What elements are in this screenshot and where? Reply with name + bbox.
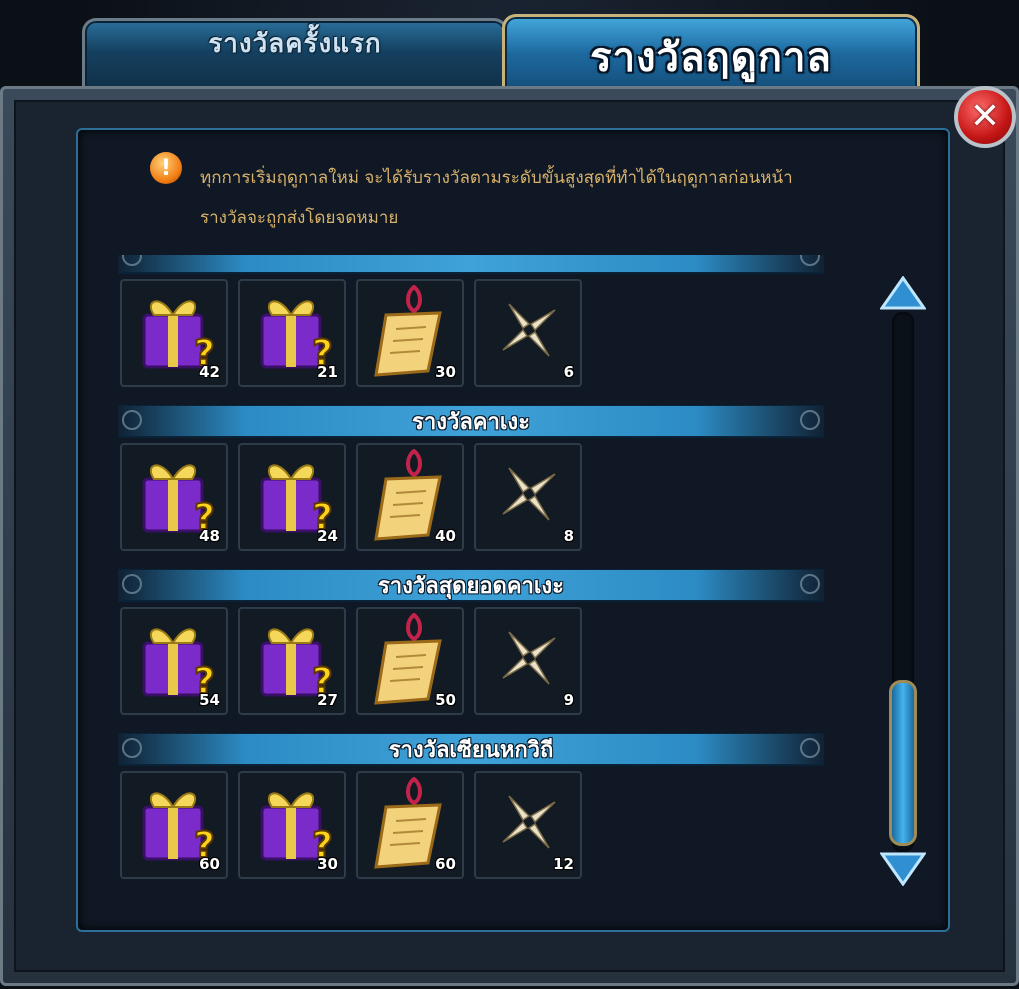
reward-quantity: 9 <box>563 691 574 709</box>
swirl-ornament-icon <box>800 255 820 266</box>
reward-slot[interactable]: 60 <box>356 771 464 879</box>
tab-season-reward-label: รางวัลฤดูกาล <box>590 35 832 81</box>
swirl-ornament-icon <box>122 255 142 266</box>
scroll-up-arrow-icon[interactable] <box>880 276 926 310</box>
tier-header: รางวัลสุดยอดคาเงะ <box>118 569 824 602</box>
reward-slot[interactable]: ? 48 <box>120 443 228 551</box>
swirl-ornament-icon <box>800 738 820 758</box>
reward-quantity: 50 <box>435 691 456 709</box>
reward-slot[interactable]: 12 <box>474 771 582 879</box>
reward-slot[interactable]: ? 60 <box>120 771 228 879</box>
reward-slot[interactable]: 8 <box>474 443 582 551</box>
reward-quantity: 60 <box>435 855 456 873</box>
tier-header: รางวัลเซียนหกวิถี <box>118 733 824 766</box>
reward-quantity: 27 <box>317 691 338 709</box>
reward-quantity: 6 <box>563 363 574 381</box>
reward-slot[interactable]: ? 42 <box>120 279 228 387</box>
swirl-ornament-icon <box>800 574 820 594</box>
reward-quantity: 40 <box>435 527 456 545</box>
reward-quantity: 60 <box>199 855 220 873</box>
reward-slot[interactable]: ? 24 <box>238 443 346 551</box>
swirl-ornament-icon <box>122 574 142 594</box>
reward-slot[interactable]: 9 <box>474 607 582 715</box>
reward-list[interactable]: ? 42? 21 30 6 รางวัลคาเงะ ? 48? 24 40 8 รางวัลสุดยอ… <box>118 255 830 885</box>
notice-line-1: ทุกการเริ่มฤดูกาลใหม่ จะได้รับรางวัลตามร… <box>200 168 793 188</box>
notice-line-2: รางวัลจะถูกส่งโดยจดหมาย <box>200 208 399 228</box>
tier-name: รางวัลสุดยอดคาเงะ <box>377 573 564 599</box>
reward-slot[interactable]: 50 <box>356 607 464 715</box>
tier-name: รางวัลคาเงะ <box>412 409 530 435</box>
reward-quantity: 48 <box>199 527 220 545</box>
reward-slot[interactable]: 30 <box>356 279 464 387</box>
tab-first-time-reward-label: รางวัลครั้งแรก <box>208 29 382 59</box>
reward-quantity: 42 <box>199 363 220 381</box>
tier-header <box>118 255 824 274</box>
tier-header: รางวัลคาเงะ <box>118 405 824 438</box>
tier-name: รางวัลเซียนหกวิถี <box>388 737 554 763</box>
reward-slot[interactable]: 40 <box>356 443 464 551</box>
close-button[interactable]: ✕ <box>954 86 1016 148</box>
reward-slot[interactable]: ? 21 <box>238 279 346 387</box>
scrollbar-thumb[interactable] <box>889 680 917 846</box>
swirl-ornament-icon <box>122 410 142 430</box>
close-icon: ✕ <box>969 96 1001 137</box>
reward-quantity: 8 <box>563 527 574 545</box>
reward-slot[interactable]: 6 <box>474 279 582 387</box>
tab-season-reward[interactable]: รางวัลฤดูกาล <box>502 14 920 97</box>
swirl-ornament-icon <box>122 738 142 758</box>
exclamation-icon: ! <box>150 152 182 184</box>
reward-slot[interactable]: ? 30 <box>238 771 346 879</box>
reward-quantity: 30 <box>435 363 456 381</box>
reward-slot[interactable]: ? 27 <box>238 607 346 715</box>
reward-quantity: 30 <box>317 855 338 873</box>
scroll-down-arrow-icon[interactable] <box>880 852 926 886</box>
reward-quantity: 21 <box>317 363 338 381</box>
reward-quantity: 54 <box>199 691 220 709</box>
reward-quantity: 12 <box>553 855 574 873</box>
reward-quantity: 24 <box>317 527 338 545</box>
notice-text: ทุกการเริ่มฤดูกาลใหม่ จะได้รับรางวัลตามร… <box>200 158 900 238</box>
swirl-ornament-icon <box>800 410 820 430</box>
reward-slot[interactable]: ? 54 <box>120 607 228 715</box>
